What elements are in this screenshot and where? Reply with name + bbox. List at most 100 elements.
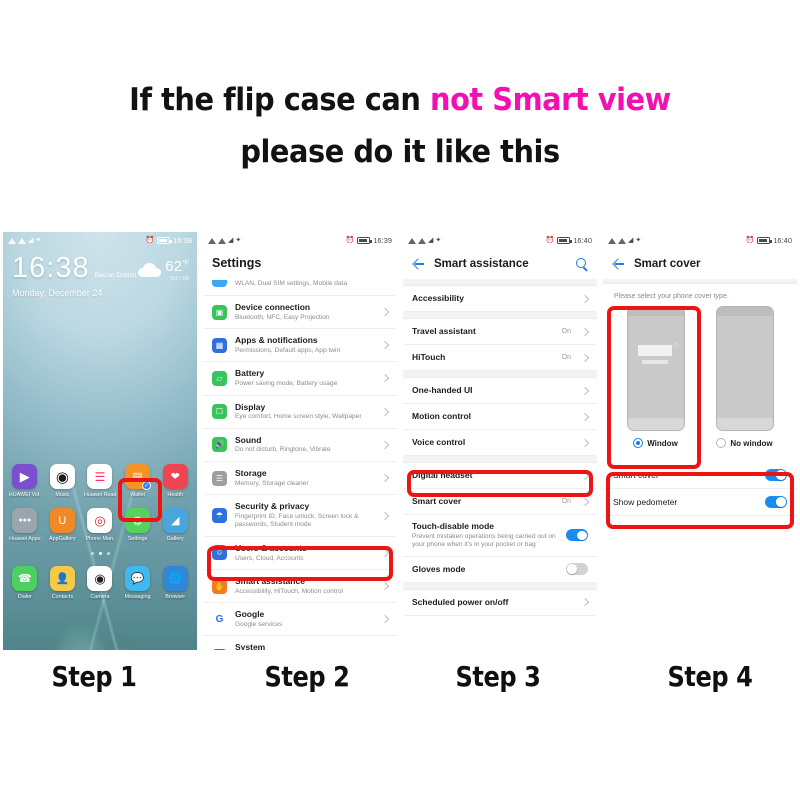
sa-row-touch-disable-mode[interactable]: Touch-disable mode Prevent mistaken oper… — [403, 515, 597, 557]
switch-row-smart-cover[interactable]: Smart cover — [603, 462, 797, 489]
chevron-right-icon — [380, 407, 390, 416]
cover-option-window[interactable]: Window — [621, 306, 691, 448]
back-arrow-icon[interactable] — [412, 257, 425, 270]
app-huawei-video[interactable]: ▶ HUAWEI Vid. — [9, 464, 41, 498]
wireless-networks-icon — [212, 280, 227, 287]
alarm-icon: ⏰ — [545, 237, 555, 244]
smart-assistance-list: Accessibility Travel assistant On HiTouc… — [403, 286, 597, 616]
app-settings[interactable]: ⚙ Settings — [122, 508, 154, 542]
settings-row-security-privacy[interactable]: ☂ Security & privacy Fingerprint ID, Fac… — [203, 495, 397, 537]
signal-icon — [8, 237, 16, 244]
phone-manager-icon: ◎ — [87, 508, 113, 533]
battery-icon — [157, 237, 172, 244]
settings-row-sub: Do not disturb, Ringtone, Vibrate — [235, 446, 331, 454]
back-arrow-icon[interactable] — [612, 257, 625, 270]
settings-row-title: Apps & notifications — [235, 335, 318, 346]
cover-window-cutout — [637, 345, 672, 356]
switch-row-show-pedometer[interactable]: Show pedometer — [603, 489, 797, 516]
app-dialer[interactable]: ☎ Dialer — [9, 566, 41, 600]
touch-disable-toggle[interactable] — [566, 529, 588, 542]
chevron-right-icon — [380, 581, 390, 591]
wifi-icon: ◢ — [428, 237, 434, 244]
app-camera[interactable]: ◉ Camera — [84, 566, 116, 600]
settings-row-google[interactable]: G Google Google services — [203, 603, 397, 637]
phone-screen-3: ◢ ✦ ⏰ 16:40 Smart assistance Accessibili… — [403, 232, 597, 650]
app-grid: ▶ HUAWEI Vid. ◉ Music ☰ Huawei Read. ▤ ✓… — [3, 464, 197, 610]
app-messaging[interactable]: 💬 Messaging — [122, 566, 154, 600]
settings-row-device-connection[interactable]: ▣ Device connection Bluetooth, NFC, Easy… — [203, 296, 397, 330]
settings-row-battery[interactable]: ▱ Battery Power saving mode, Battery usa… — [203, 362, 397, 396]
verified-badge: ✓ — [142, 481, 152, 490]
smart-assistance-appbar: Smart assistance — [403, 249, 597, 279]
sa-row-voice-control[interactable]: Voice control — [403, 430, 597, 456]
cover-preview-no-window — [715, 306, 774, 431]
health-icon: ❤ — [162, 464, 188, 489]
radio-window[interactable] — [633, 438, 644, 448]
sa-row-travel-assistant[interactable]: Travel assistant On — [403, 319, 597, 345]
status-bar-2: ◢ ✦ ⏰ 16:39 — [203, 232, 397, 249]
apps-notifications-icon: ▦ — [212, 337, 227, 353]
sa-row-title: One-handed UI — [412, 385, 473, 396]
sa-row-digital-headset[interactable]: Digital headset — [403, 463, 597, 489]
app-contacts[interactable]: 👤 Contacts — [46, 566, 78, 600]
app-row-2: ●●● Huawei Apps U AppGallery ◎ Phone Man… — [3, 508, 197, 542]
lockscreen-date: Monday, December 24 — [12, 288, 103, 298]
sa-row-motion-control[interactable]: Motion control — [403, 404, 597, 430]
show-pedometer-toggle[interactable] — [765, 496, 787, 508]
app-music[interactable]: ◉ Music — [46, 464, 78, 498]
settings-row-storage[interactable]: ☰ Storage Memory, Storage cleaner — [203, 462, 397, 496]
settings-row-apps-notifications[interactable]: ▦ Apps & notifications Permissions, Defa… — [203, 329, 397, 363]
alarm-icon: ⏰ — [345, 237, 355, 244]
sa-row-accessibility[interactable]: Accessibility — [403, 286, 597, 312]
section-divider — [403, 371, 597, 378]
sa-row-gloves-mode[interactable]: Gloves mode — [403, 557, 597, 583]
signal-icon — [408, 237, 416, 244]
settings-screen: ◢ ✦ ⏰ 16:39 Settings WLAN, Dual SIM sett… — [203, 232, 397, 650]
radio-no-window[interactable] — [716, 438, 727, 448]
app-gallery[interactable]: ◢ Gallery — [159, 508, 191, 542]
settings-row-system[interactable]: ▯ System System navigation, System updat… — [203, 636, 397, 650]
gloves-mode-toggle[interactable] — [566, 563, 588, 576]
chevron-right-icon — [380, 511, 390, 520]
settings-row-sub: Permissions, Default apps, App twin — [235, 346, 341, 354]
lockscreen-clock-block: 16:38 Bao'an District Monday, December 2… — [12, 254, 136, 299]
sa-row-title: Accessibility — [412, 293, 464, 304]
sa-row-value: On — [561, 498, 571, 505]
settings-row-smart-assistance[interactable]: ✋ Smart assistance Accessibility, HiTouc… — [203, 570, 397, 604]
settings-row-sub: WLAN, Dual SIM settings, Mobile data — [235, 279, 348, 287]
app-huawei-reader[interactable]: ☰ Huawei Read. — [84, 464, 116, 498]
status-clock-1: 16:38 — [173, 236, 192, 245]
app-label: Contacts — [51, 594, 74, 600]
app-health[interactable]: ❤ Health — [159, 464, 191, 498]
status-right-icons: ⏰ 16:39 — [346, 236, 393, 245]
app-browser[interactable]: 🌐 Browser — [159, 566, 191, 600]
app-phone-manager[interactable]: ◎ Phone Man. — [84, 508, 116, 542]
sa-row-hitouch[interactable]: HiTouch On — [403, 345, 597, 371]
cover-option-no-window[interactable]: No window — [710, 306, 780, 448]
cover-type-hint: Please select your phone cover type. — [614, 293, 729, 300]
settings-row-users-accounts[interactable]: ☺ Users & accounts Users, Cloud, Account… — [203, 537, 397, 571]
settings-row-display[interactable]: ☐ Display Eye comfort, Home screen style… — [203, 396, 397, 429]
poster-root: If the flip case can not Smart view plea… — [0, 0, 800, 800]
security-privacy-icon: ☂ — [212, 508, 227, 523]
chevron-right-icon — [380, 440, 390, 450]
settings-row-sound[interactable]: 🔊 Sound Do not disturb, Ringtone, Vibrat… — [203, 429, 397, 462]
sa-row-one-handed-ui[interactable]: One-handed UI — [403, 378, 597, 404]
signal-icon-2 — [18, 237, 26, 244]
settings-row-wireless-networks[interactable]: WLAN, Dual SIM settings, Mobile data — [203, 278, 397, 296]
bluetooth-icon: ✦ — [35, 237, 42, 244]
app-wallet[interactable]: ▤ ✓ Wallet — [122, 464, 154, 498]
sa-row-smart-cover[interactable]: Smart cover On — [403, 489, 597, 515]
sound-icon: 🔊 — [212, 437, 227, 453]
app-appgallery[interactable]: U AppGallery — [46, 508, 78, 542]
app-huawei-apps[interactable]: ●●● Huawei Apps — [9, 508, 41, 542]
settings-row-title: Security & privacy — [235, 501, 310, 512]
sa-row-scheduled-power[interactable]: Scheduled power on/off — [403, 590, 597, 616]
chevron-right-icon — [580, 327, 590, 336]
weather-widget[interactable]: 62°F 63 / 56 — [138, 258, 189, 282]
settings-row-sub: Accessibility, HiTouch, Motion control — [235, 587, 343, 595]
smart-cover-toggle[interactable] — [765, 469, 787, 481]
search-icon[interactable] — [575, 257, 588, 270]
status-right-icons: ⏰ 16:40 — [546, 236, 593, 245]
section-divider — [403, 279, 597, 286]
